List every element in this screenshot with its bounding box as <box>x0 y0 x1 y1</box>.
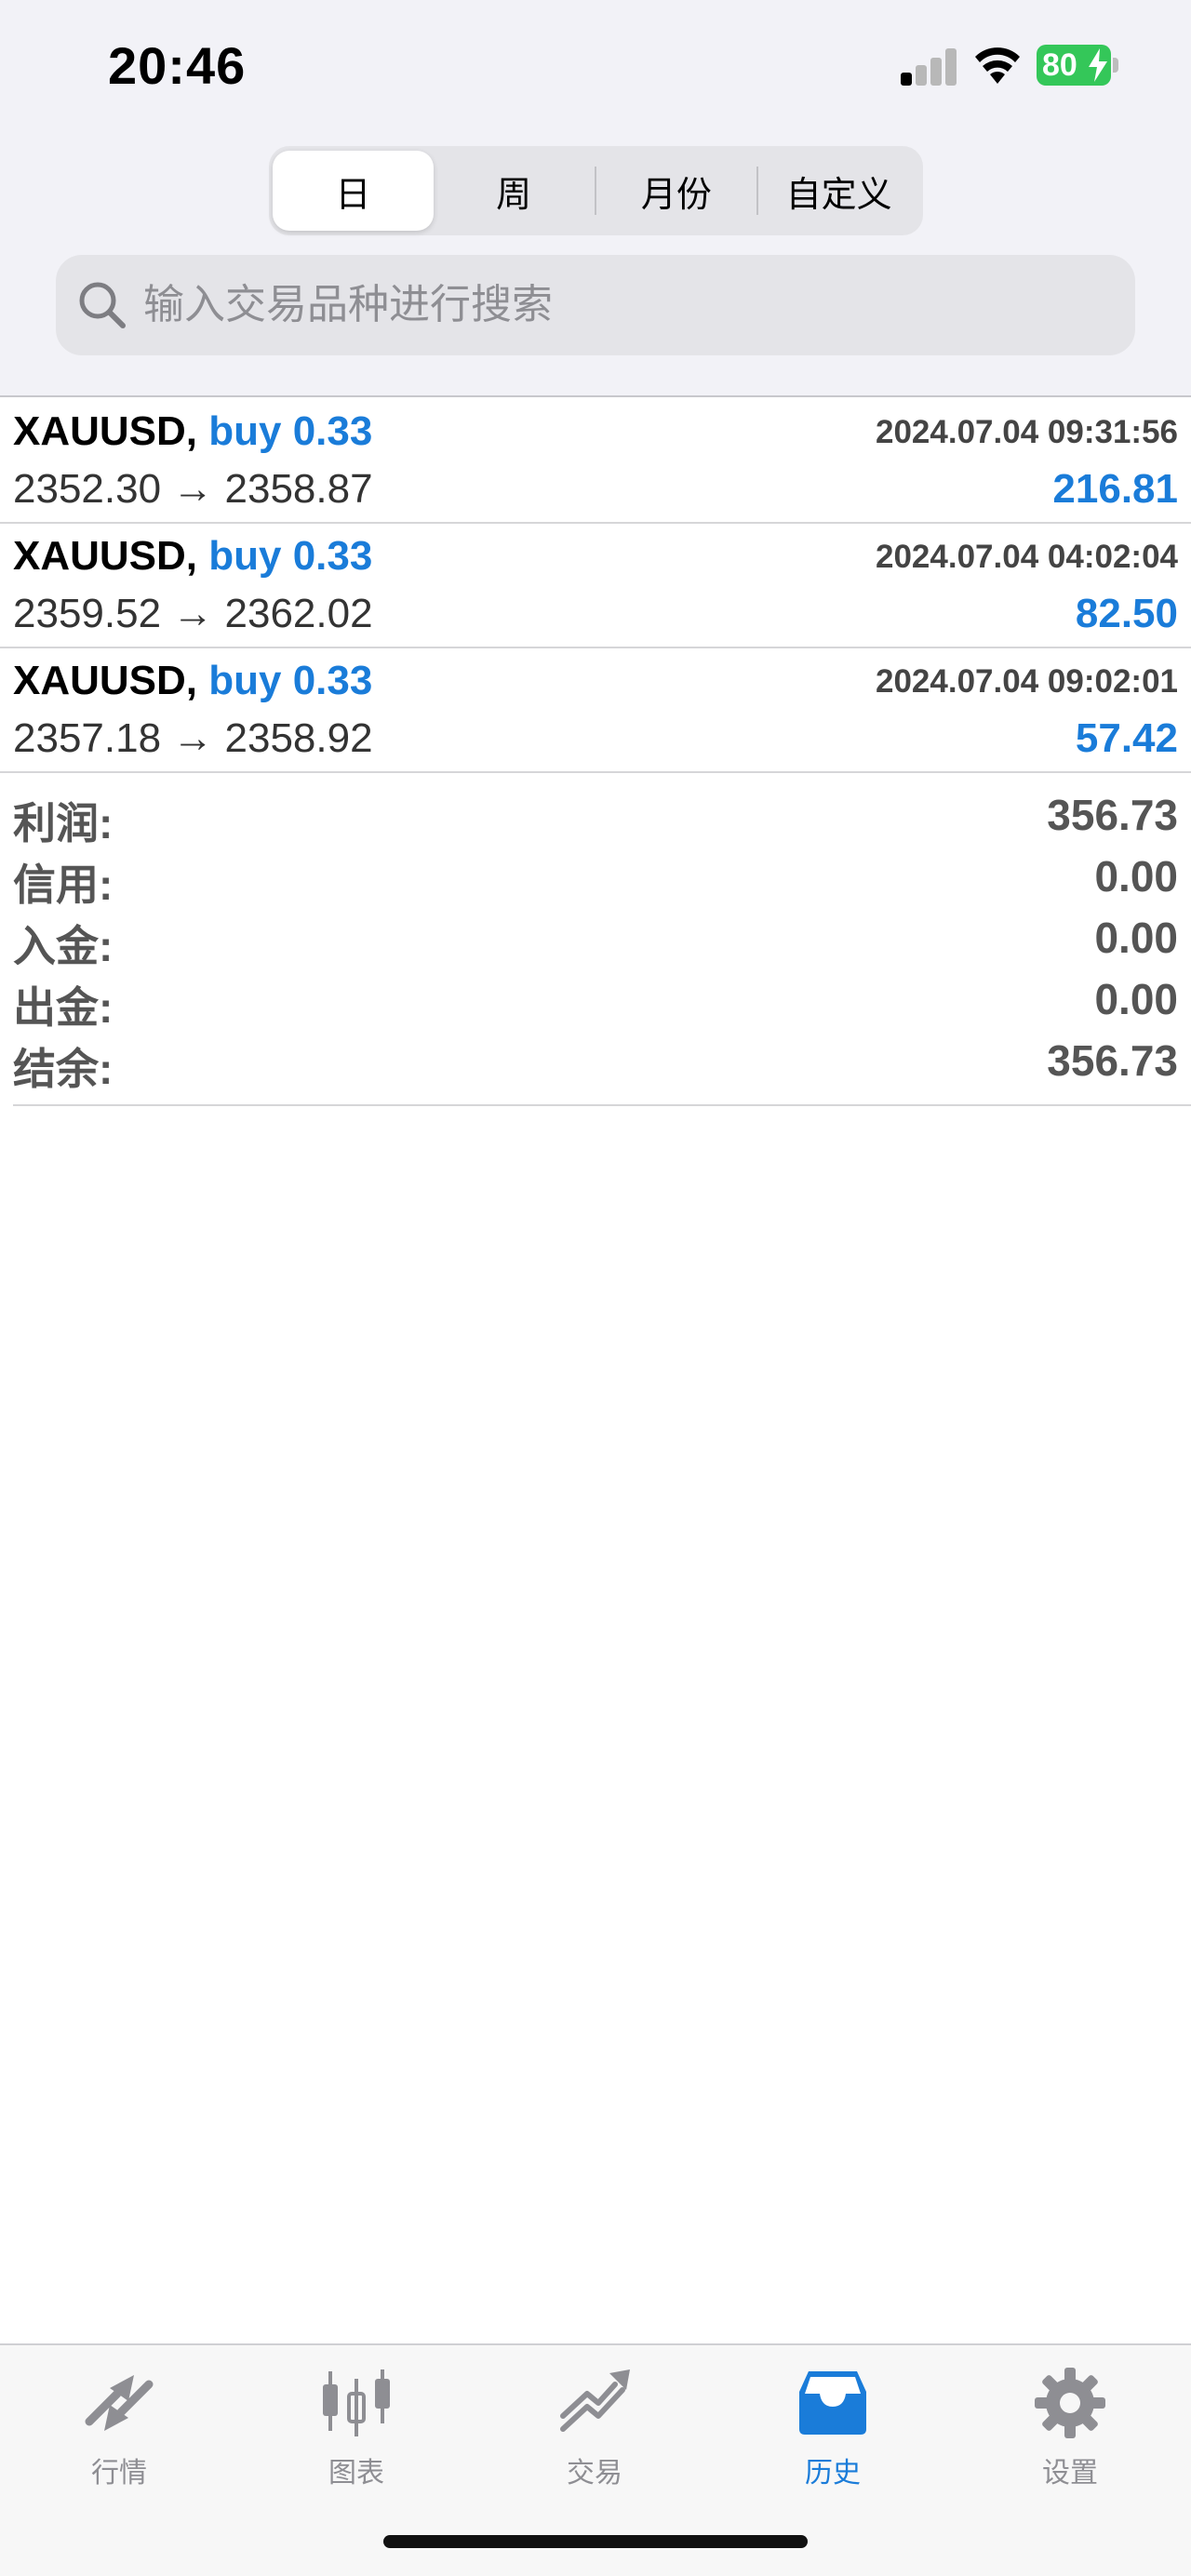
summary-value: 0.00 <box>1094 852 1178 901</box>
trade-symbol-text: XAUUSD, <box>13 658 198 703</box>
trade-icon <box>560 2369 630 2432</box>
trade-profit: 82.50 <box>1075 591 1178 636</box>
segment-week-label: 周 <box>496 175 532 215</box>
trade-side: buy 0.33 <box>208 658 373 703</box>
trade-prices: 2357.18 → 2358.92 <box>13 715 373 761</box>
tab-label: 交易 <box>567 2458 622 2489</box>
search-input[interactable] <box>143 282 1074 328</box>
summary-profit-row: 利润: 356.73 <box>13 784 1191 848</box>
battery-level: 80 <box>1042 47 1077 83</box>
summary-label: 结余: <box>13 1045 114 1093</box>
charging-bolt-icon <box>1089 48 1107 82</box>
home-indicator[interactable] <box>383 2535 808 2548</box>
segment-day[interactable]: 日 <box>273 151 434 231</box>
trade-row[interactable]: XAUUSD, buy 0.33 2024.07.04 09:31:56 235… <box>0 399 1191 524</box>
tab-chart[interactable]: 图表 <box>263 2364 449 2503</box>
summary-label: 利润: <box>13 799 114 848</box>
segment-month-label: 月份 <box>640 175 712 215</box>
tab-label: 行情 <box>91 2458 147 2489</box>
tab-settings[interactable]: 设置 <box>977 2364 1163 2503</box>
segment-day-label: 日 <box>335 175 371 215</box>
trade-profit: 57.42 <box>1075 715 1178 761</box>
trade-history-list: XAUUSD, buy 0.33 2024.07.04 09:31:56 235… <box>0 399 1191 773</box>
trade-symbol-text: XAUUSD, <box>13 533 198 579</box>
trade-side: buy 0.33 <box>208 408 373 454</box>
status-time: 20:46 <box>108 36 247 95</box>
summary-value: 0.00 <box>1094 914 1178 962</box>
tab-label: 图表 <box>328 2458 384 2489</box>
settings-icon <box>1035 2368 1105 2438</box>
history-screen: 20:46 80 日 周 月份 自定义 输入交易品种进行搜索 XAUUSD, b… <box>0 0 1191 2576</box>
trade-symbol: XAUUSD, buy 0.33 <box>13 533 372 580</box>
history-icon <box>799 2371 866 2435</box>
chart-icon <box>323 2369 390 2436</box>
battery-tip <box>1113 58 1118 73</box>
summary-value: 356.73 <box>1047 791 1178 839</box>
tab-quotes[interactable]: 行情 <box>26 2364 212 2503</box>
search-icon <box>79 282 126 328</box>
trade-time: 2024.07.04 09:02:01 <box>876 663 1178 700</box>
summary-label: 出金: <box>13 983 114 1032</box>
segment-week[interactable]: 周 <box>434 151 595 231</box>
tab-trade[interactable]: 交易 <box>502 2364 688 2503</box>
segment-month[interactable]: 月份 <box>596 151 757 231</box>
trade-time: 2024.07.04 04:02:04 <box>876 539 1178 575</box>
cellular-signal-icon <box>901 47 958 86</box>
trade-row[interactable]: XAUUSD, buy 0.33 2024.07.04 04:02:04 235… <box>0 524 1191 648</box>
account-summary: 利润: 356.73 信用: 0.00 入金: 0.00 出金: 0.00 结余… <box>13 784 1191 1106</box>
segment-custom-label: 自定义 <box>785 175 892 215</box>
summary-balance-row: 结余: 356.73 <box>13 1030 1191 1093</box>
search-bar[interactable] <box>56 255 1135 355</box>
summary-deposit-row: 入金: 0.00 <box>13 907 1191 970</box>
trade-prices: 2359.52 → 2362.02 <box>13 591 373 636</box>
trade-side: buy 0.33 <box>208 533 373 579</box>
trade-row[interactable]: XAUUSD, buy 0.33 2024.07.04 09:02:01 235… <box>0 648 1191 773</box>
trade-symbol: XAUUSD, buy 0.33 <box>13 408 372 455</box>
period-segmented-control: 日 周 月份 自定义 <box>269 146 923 235</box>
summary-label: 入金: <box>13 922 114 970</box>
summary-credit-row: 信用: 0.00 <box>13 846 1191 909</box>
summary-label: 信用: <box>13 861 114 909</box>
tab-history[interactable]: 历史 <box>740 2364 926 2503</box>
trade-symbol-text: XAUUSD, <box>13 408 198 454</box>
segment-custom[interactable]: 自定义 <box>758 151 919 231</box>
wifi-icon <box>975 47 1020 84</box>
trade-prices: 2352.30 → 2358.87 <box>13 466 373 512</box>
summary-value: 356.73 <box>1047 1036 1178 1085</box>
summary-value: 0.00 <box>1094 975 1178 1023</box>
tab-label: 设置 <box>1042 2458 1098 2489</box>
summary-withdrawal-row: 出金: 0.00 <box>13 968 1191 1032</box>
trade-time: 2024.07.04 09:31:56 <box>876 414 1178 450</box>
tab-label: 历史 <box>805 2458 861 2489</box>
trade-profit: 216.81 <box>1052 466 1178 512</box>
quotes-icon <box>85 2375 154 2431</box>
trade-symbol: XAUUSD, buy 0.33 <box>13 658 372 704</box>
